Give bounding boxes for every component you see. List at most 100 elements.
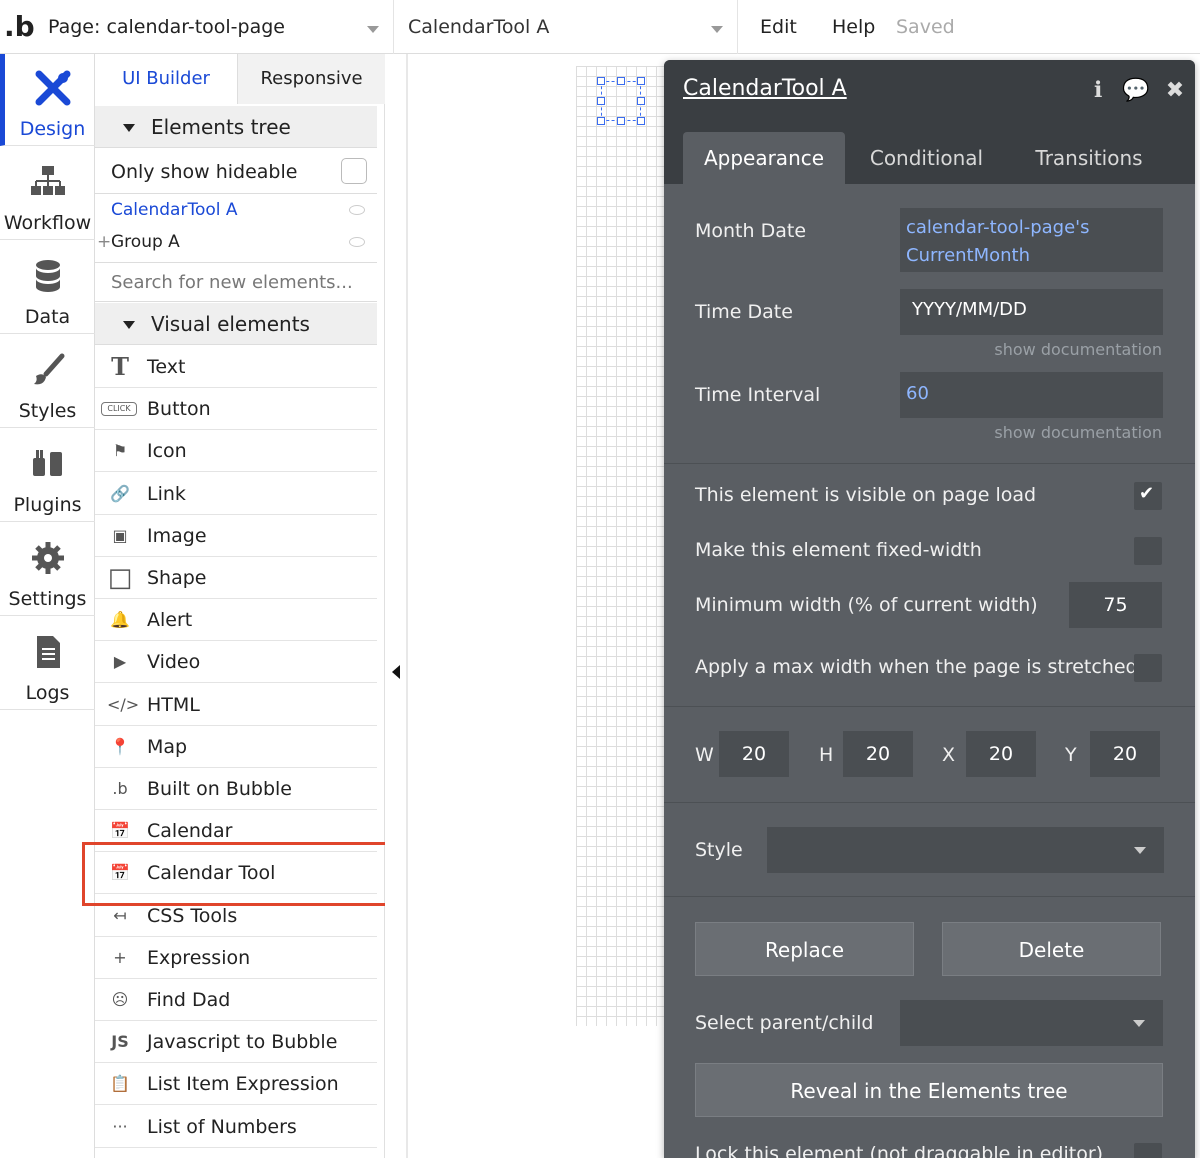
property-editor: CalendarTool A ℹ 💬 ✖ Appearance Conditio… (664, 60, 1195, 1158)
element-icon: 🔗 (110, 483, 130, 503)
eye-icon[interactable] (349, 237, 365, 247)
element-label: Javascript to Bubble (147, 1031, 338, 1054)
tree-item-group[interactable]: + Group A (95, 226, 377, 258)
element-item[interactable]: CLICK Button (95, 388, 377, 431)
element-icon: + (113, 947, 127, 967)
nav-design[interactable]: Design (0, 54, 95, 146)
comment-icon[interactable]: 💬 (1122, 78, 1149, 104)
resize-handle[interactable] (617, 77, 625, 85)
nav-settings[interactable]: Settings (0, 524, 95, 616)
only-hideable-label: Only show hideable (111, 161, 298, 183)
nav-label: Design (19, 118, 86, 140)
workflow-icon (31, 166, 65, 195)
selected-element[interactable] (597, 77, 645, 125)
element-item[interactable]: 📋 List Item Expression (95, 1063, 377, 1106)
canvas-grid (576, 66, 676, 1026)
only-hideable-checkbox[interactable] (341, 158, 367, 184)
min-width-input[interactable]: 75 (1069, 582, 1162, 628)
month-date-field[interactable]: calendar-tool-page's CurrentMonth (900, 208, 1163, 272)
tab-ui-builder[interactable]: UI Builder (95, 54, 238, 104)
fixed-width-checkbox[interactable] (1134, 537, 1162, 565)
menu-edit[interactable]: Edit (760, 16, 797, 38)
gear-icon (32, 542, 64, 574)
close-icon[interactable]: ✖ (1162, 78, 1188, 104)
tree-item-calendartool[interactable]: CalendarTool A (95, 194, 377, 226)
document-icon (37, 636, 60, 668)
lock-element-checkbox[interactable] (1134, 1143, 1162, 1158)
element-item[interactable]: 📍 Map (95, 726, 377, 768)
plus-icon[interactable]: + (97, 226, 111, 258)
element-item[interactable]: ··· List of Numbers (95, 1106, 377, 1148)
tab-responsive[interactable]: Responsive (238, 54, 385, 104)
menu-help[interactable]: Help (832, 16, 875, 38)
max-width-checkbox[interactable] (1134, 654, 1162, 682)
element-select[interactable]: CalendarTool A (396, 0, 738, 54)
nav-styles[interactable]: Styles (0, 336, 95, 428)
element-item[interactable]: 🔔 Alert (95, 599, 377, 642)
tab-appearance[interactable]: Appearance (683, 132, 845, 184)
element-item[interactable]: ☹ Find Dad (95, 979, 377, 1021)
resize-handle[interactable] (637, 97, 645, 105)
height-input[interactable]: 20 (843, 731, 913, 777)
delete-button[interactable]: Delete (942, 922, 1161, 976)
nav-label: Data (24, 306, 71, 328)
nav-workflow[interactable]: Workflow (0, 148, 95, 240)
collapse-arrow-icon[interactable] (392, 665, 400, 679)
element-item[interactable]: ↤ CSS Tools (95, 895, 377, 937)
resize-handle[interactable] (617, 117, 625, 125)
element-label: CSS Tools (147, 904, 238, 927)
x-input[interactable]: 20 (966, 731, 1036, 777)
select-parent-dropdown[interactable] (900, 1000, 1163, 1046)
show-documentation-link[interactable]: show documentation (994, 340, 1162, 359)
element-item[interactable]: ⚑ Icon (95, 430, 377, 473)
element-item[interactable]: ▶ Video (95, 641, 377, 684)
nav-plugins[interactable]: Plugins (0, 430, 95, 522)
element-item[interactable]: 📅 Calendar (95, 810, 377, 853)
element-item[interactable]: </> HTML (95, 684, 377, 726)
element-item[interactable]: JS Javascript to Bubble (95, 1021, 377, 1064)
element-item[interactable]: + Expression (95, 937, 377, 979)
visible-on-load-checkbox[interactable] (1134, 482, 1162, 510)
element-item[interactable]: 🔗 Link (95, 473, 377, 515)
resize-handle[interactable] (597, 77, 605, 85)
plug-icon (33, 450, 62, 476)
page-select[interactable]: Page: calendar-tool-page (38, 0, 394, 54)
chevron-down-icon (711, 26, 723, 33)
show-documentation-link[interactable]: show documentation (994, 423, 1162, 442)
resize-handle[interactable] (597, 97, 605, 105)
time-date-field[interactable]: YYYY/MM/DD (900, 289, 1163, 335)
nav-logs[interactable]: Logs (0, 618, 95, 710)
resize-handle[interactable] (597, 117, 605, 125)
element-label: Button (147, 398, 211, 421)
element-item[interactable]: ▣ Image (95, 515, 377, 557)
chevron-down-icon (1133, 1020, 1145, 1027)
y-input[interactable]: 20 (1090, 731, 1160, 777)
reveal-in-tree-button[interactable]: Reveal in the Elements tree (695, 1063, 1163, 1117)
element-item[interactable]: T Text (95, 346, 377, 388)
replace-button[interactable]: Replace (695, 922, 914, 976)
element-label: Find Dad (147, 989, 231, 1011)
time-interval-field[interactable]: 60 (900, 372, 1163, 418)
tab-conditional[interactable]: Conditional (854, 132, 999, 184)
element-item[interactable]: □ Shape (95, 557, 377, 599)
elements-tree-header[interactable]: Elements tree (95, 106, 377, 148)
info-icon[interactable]: ℹ (1085, 78, 1111, 104)
tab-transitions[interactable]: Transitions (1009, 132, 1169, 184)
nav-data[interactable]: Data (0, 242, 95, 334)
eye-icon[interactable] (349, 205, 365, 215)
element-item[interactable]: 📅 Calendar Tool (95, 852, 377, 895)
bubble-logo[interactable]: .b (4, 12, 35, 42)
editor-title[interactable]: CalendarTool A (683, 76, 847, 101)
search-elements-input[interactable]: Search for new elements... (95, 262, 377, 302)
width-input[interactable]: 20 (719, 731, 789, 777)
style-dropdown[interactable] (767, 827, 1164, 873)
element-item[interactable]: .b Built on Bubble (95, 768, 377, 810)
brush-icon (34, 353, 65, 385)
visual-elements-header[interactable]: Visual elements (95, 303, 377, 345)
resize-handle[interactable] (637, 117, 645, 125)
width-label: W (695, 744, 714, 766)
resize-handle[interactable] (637, 77, 645, 85)
top-bar: .b Page: calendar-tool-page CalendarTool… (0, 0, 1200, 54)
style-label: Style (695, 839, 743, 861)
nav-label: Workflow (3, 212, 92, 234)
